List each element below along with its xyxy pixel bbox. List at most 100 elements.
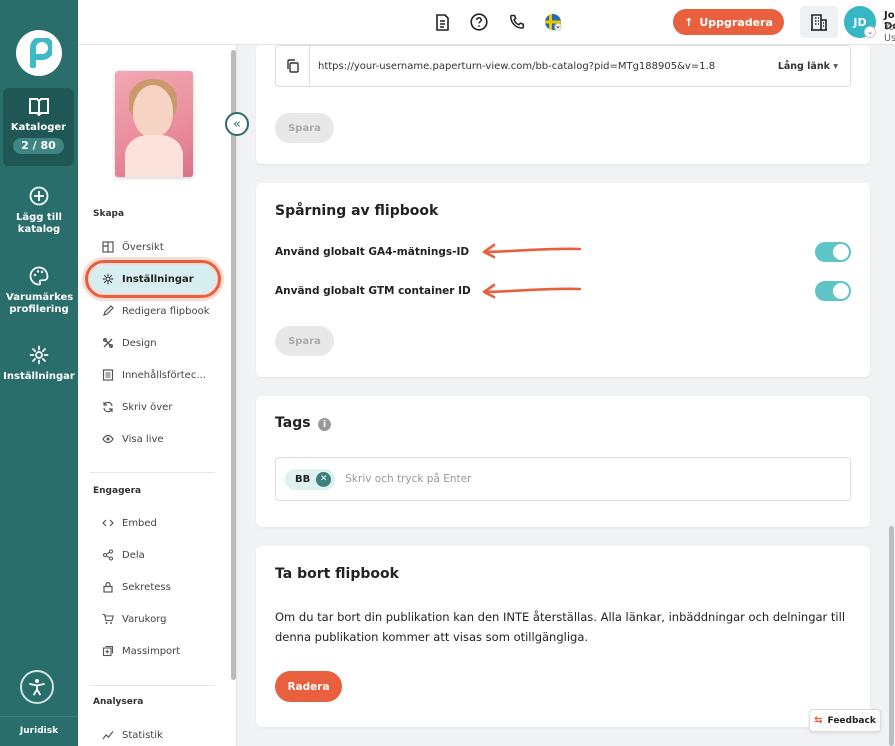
sidebar-item-inställningar[interactable]: Inställningar (85, 260, 221, 298)
sidebar-item-label: Massimport (122, 645, 181, 657)
arrow-left-icon (482, 283, 582, 299)
caret-down-icon: ▾ (833, 60, 838, 72)
cart-icon (102, 613, 114, 625)
book-icon (28, 98, 49, 116)
save-link-button[interactable]: Spara (275, 113, 334, 143)
layout-icon (102, 241, 114, 253)
arrow-left-icon (482, 243, 582, 259)
catalog-cover-thumbnail[interactable] (115, 71, 193, 177)
import-icon (102, 645, 114, 657)
sidebar-item-label: Översikt (122, 241, 164, 253)
feedback-button[interactable]: ⇆ Feedback (809, 709, 881, 732)
sidebar-item-översikt[interactable]: Översikt (90, 233, 216, 261)
sidebar-item-label: Dela (122, 549, 145, 561)
pencil-icon (102, 305, 114, 317)
sidebar-item-label: Statistik (122, 729, 163, 741)
ga4-toggle[interactable] (815, 242, 851, 262)
link-mode-label: Lång länk (777, 60, 830, 72)
catalog-url[interactable]: https://your-username.paperturn-view.com… (310, 61, 778, 72)
rail-legal-link[interactable]: Juridisk (0, 716, 78, 736)
sidebar-item-dela[interactable]: Dela (90, 541, 216, 569)
divider (90, 472, 215, 473)
user-username: Your Username (884, 22, 895, 44)
upgrade-label: Uppgradera (699, 15, 773, 29)
sidebar-item-skriv-över[interactable]: Skriv över (90, 393, 216, 421)
phone-icon[interactable] (508, 13, 526, 31)
delete-button[interactable]: Radera (275, 671, 342, 702)
sidebar-item-sekretess[interactable]: Sekretess (90, 573, 216, 601)
sidebar-scrollbar[interactable] (231, 50, 236, 680)
sidebar-item-label: Design (122, 337, 157, 349)
rail-catalogs-label: Kataloger (10, 122, 67, 133)
catalog-url-field[interactable]: https://your-username.paperturn-view.com… (275, 45, 851, 87)
document-icon[interactable] (433, 13, 451, 31)
upgrade-button[interactable]: ↑ Uppgradera (673, 9, 784, 35)
sidebar-item-innehållsförtec[interactable]: Innehållsförtec... (90, 361, 216, 389)
feedback-icon: ⇆ (814, 715, 823, 726)
main-rail: Kataloger 2 / 80 Lägg till katalog Varum… (0, 0, 78, 746)
sidebar-item-design[interactable]: Design (90, 329, 216, 357)
sidebar-item-embed[interactable]: Embed (90, 509, 216, 537)
chart-icon (102, 729, 114, 741)
sidebar-item-label: Inställningar (122, 273, 194, 285)
tag-chip: BB ✕ (285, 468, 336, 490)
refresh-icon (102, 401, 114, 413)
catalog-count-badge: 2 / 80 (13, 138, 64, 154)
help-icon[interactable] (470, 13, 488, 31)
rail-add-catalog-label: Lägg till katalog (16, 212, 62, 235)
accessibility-icon (29, 679, 45, 696)
ga4-label: Använd globalt GA4-mätnings-ID (275, 246, 470, 258)
design-icon (102, 337, 114, 349)
gear-icon (102, 273, 114, 285)
main-scrollbar[interactable] (889, 526, 894, 746)
delete-description: Om du tar bort din publikation kan den I… (275, 610, 846, 644)
sidebar-item-massimport[interactable]: Massimport (90, 637, 216, 665)
eye-icon (102, 433, 114, 445)
sidebar-item-label: Redigera flipbook (122, 305, 210, 317)
tags-title: Tags (275, 415, 311, 431)
sidebar-item-statistik[interactable]: Statistik (90, 721, 216, 746)
gtm-toggle[interactable] (815, 281, 851, 301)
feedback-label: Feedback (827, 715, 876, 726)
divider (90, 685, 215, 686)
section-engage-title: Engagera (93, 486, 142, 496)
rail-add-catalog[interactable]: Lägg till katalog (0, 186, 78, 236)
sidebar-item-label: Embed (122, 517, 157, 529)
tag-chip-label: BB (295, 473, 311, 485)
delete-title: Ta bort flipbook (275, 566, 399, 582)
rail-branding[interactable]: Varumärkes profilering (0, 266, 78, 316)
chevrons-left-icon: « (233, 116, 241, 132)
copy-icon[interactable] (276, 46, 310, 86)
save-tracking-button[interactable]: Spara (275, 326, 334, 356)
sidebar-item-label: Visa live (122, 433, 164, 445)
accessibility-button[interactable] (20, 670, 54, 704)
tracking-card: Spårning av flipbook Använd globalt GA4-… (256, 183, 870, 377)
delete-card: Ta bort flipbook Om du tar bort din publ… (256, 546, 870, 727)
sidebar-item-redigera-flipbook[interactable]: Redigera flipbook (90, 297, 216, 325)
lock-icon (102, 581, 114, 593)
plus-circle-icon (29, 186, 49, 206)
sidebar-item-varukorg[interactable]: Varukorg (90, 605, 216, 633)
arrow-up-icon: ↑ (684, 15, 694, 29)
chevron-down-icon[interactable]: ⌄ (864, 26, 876, 38)
section-create-title: Skapa (93, 209, 125, 219)
rail-catalogs[interactable]: Kataloger 2 / 80 (3, 88, 74, 166)
paperturn-logo[interactable] (16, 30, 62, 76)
tags-placeholder: Skriv och tryck på Enter (345, 473, 472, 485)
code-icon (102, 517, 114, 529)
tags-input[interactable]: BB ✕ Skriv och tryck på Enter (275, 457, 851, 501)
language-flag-icon[interactable] (544, 13, 562, 31)
link-mode-select[interactable]: Lång länk ▾ (778, 61, 850, 72)
sidebar-item-label: Varukorg (122, 613, 167, 625)
catalog-sidebar: Skapa Översikt Inställningar Redigera flip… (78, 45, 237, 746)
info-icon[interactable]: i (318, 418, 331, 431)
rail-branding-label: Varumärkes profilering (6, 292, 74, 315)
tracking-title: Spårning av flipbook (275, 203, 439, 219)
sidebar-item-visa-live[interactable]: Visa live (90, 425, 216, 453)
collapse-sidebar-button[interactable]: « (225, 112, 249, 136)
rail-settings[interactable]: Inställningar (0, 345, 78, 383)
gtm-label: Använd globalt GTM container ID (275, 285, 471, 297)
remove-tag-icon[interactable]: ✕ (316, 471, 332, 487)
organization-button[interactable] (800, 6, 838, 38)
tags-card: Tags i BB ✕ Skriv och tryck på Enter (256, 396, 870, 527)
